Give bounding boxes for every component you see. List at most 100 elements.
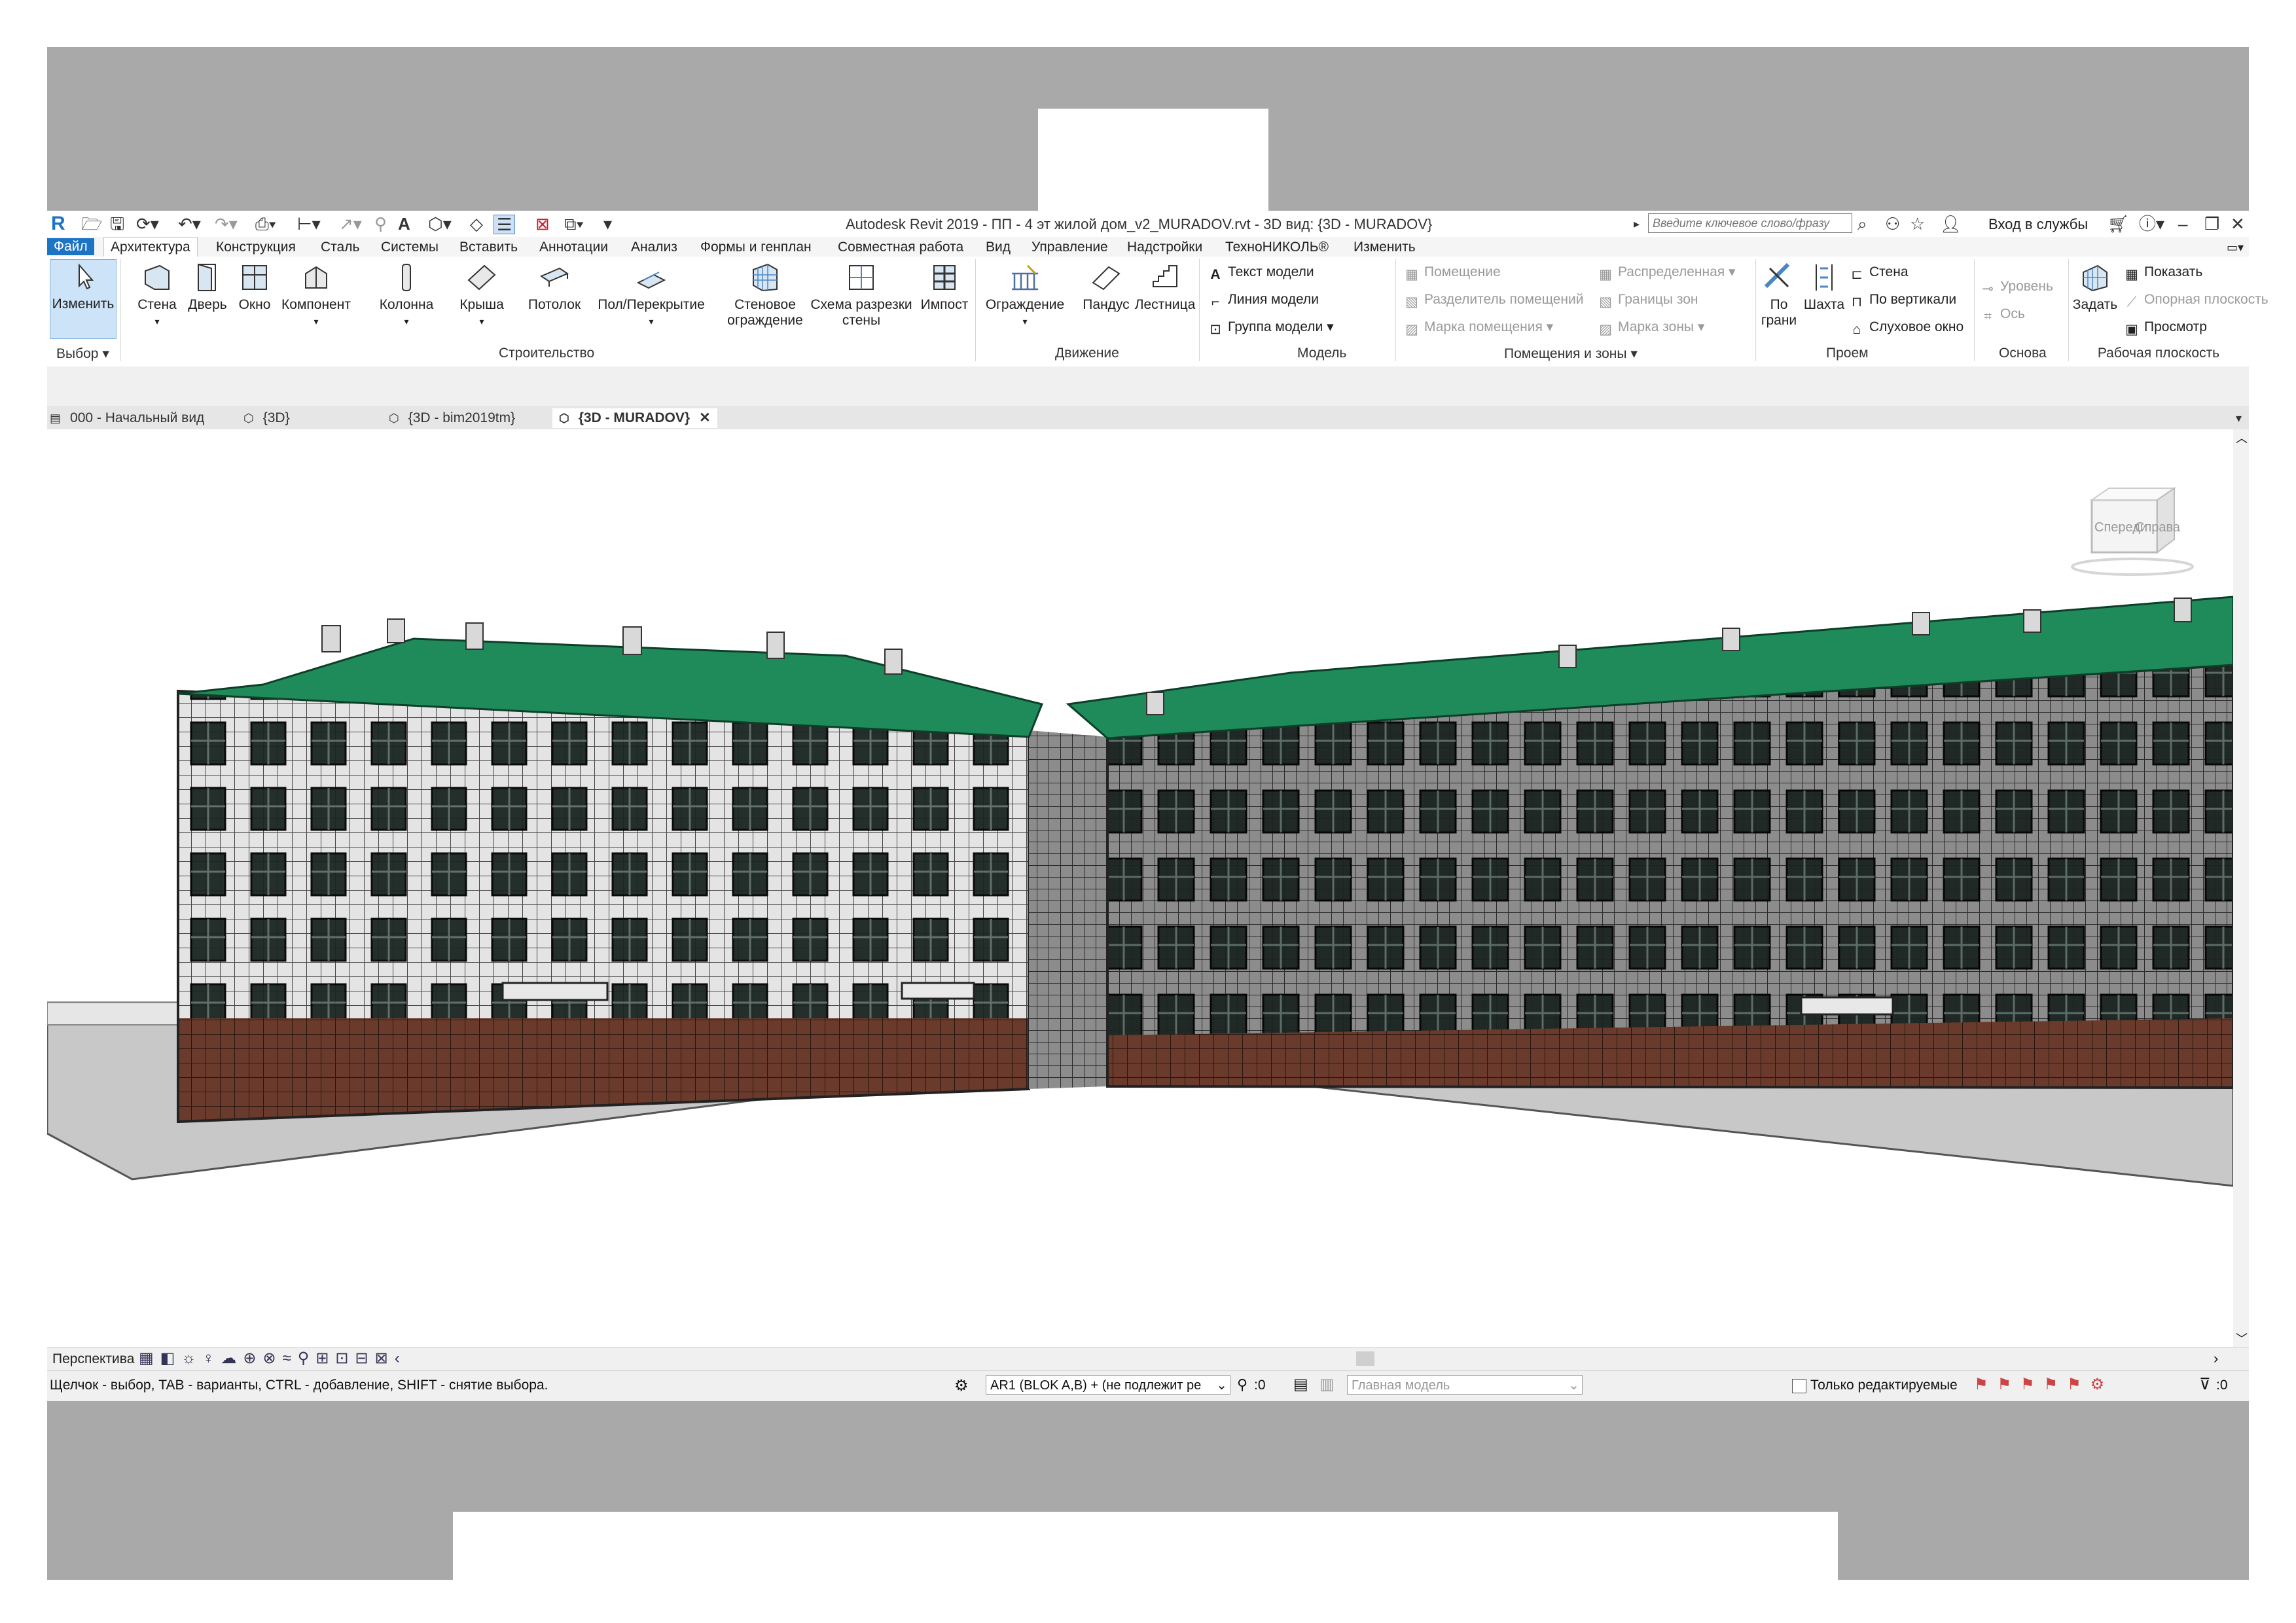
railing-button[interactable]: Ограждение ▾ xyxy=(979,260,1071,329)
tab-analyze[interactable]: Анализ xyxy=(631,239,677,256)
tag-icon[interactable]: ⚲ xyxy=(374,215,387,233)
tab-annotate[interactable]: Аннотации xyxy=(539,239,608,256)
restore-icon[interactable]: ❐ xyxy=(2204,214,2219,234)
modify-button[interactable]: Изменить xyxy=(50,259,117,339)
tab-technonicol[interactable]: ТехноНИКОЛЬ® xyxy=(1225,239,1329,256)
room-separator-button[interactable]: ▧ Разделитель помещений xyxy=(1405,291,1583,310)
tab-systems[interactable]: Системы xyxy=(381,239,439,256)
view-control-icons[interactable]: ▦◧☼♀☁⊕⊗≈⚲⊞⊡⊟⊠‹ xyxy=(139,1349,406,1368)
3d-viewport[interactable]: Спереди Справа ︿ ﹀ xyxy=(47,429,2249,1347)
redo-icon[interactable]: ↷▾ xyxy=(215,215,238,233)
3d-view-icon[interactable]: ⬡▾ xyxy=(428,215,452,233)
curtain-system-button[interactable]: Стеновое ограждение xyxy=(723,260,808,329)
by-face-button[interactable]: По грани xyxy=(1758,260,1800,329)
tab-modify[interactable]: Изменить xyxy=(1354,239,1416,256)
active-option-icon[interactable]: ▥ xyxy=(1319,1375,1335,1394)
undo-icon[interactable]: ↶▾ xyxy=(178,215,201,233)
view-tab-3d-muradov[interactable]: ⬡ {3D - MURADOV} ✕ xyxy=(552,408,717,428)
tab-manage[interactable]: Управление xyxy=(1031,239,1108,256)
section-icon[interactable]: ◇ xyxy=(470,215,483,233)
customize-icon[interactable]: ▾ xyxy=(603,215,612,233)
ramp-button[interactable]: Пандус xyxy=(1079,260,1134,313)
close-tab-icon[interactable]: ✕ xyxy=(699,410,711,425)
ribbon-options-icon[interactable]: ▭▾ xyxy=(2227,239,2244,256)
favorites-star-icon[interactable]: ☆ xyxy=(1910,214,1925,234)
design-option-dropdown[interactable]: Главная модель ⌄ xyxy=(1347,1375,1583,1395)
tab-structure[interactable]: Конструкция xyxy=(216,239,296,256)
set-workplane-button[interactable]: Задать xyxy=(2072,260,2118,313)
design-options-icon[interactable]: ▤ xyxy=(1293,1375,1308,1394)
cart-icon[interactable]: 🛒︎ xyxy=(2108,214,2129,234)
switch-windows-icon[interactable]: ⧉▾ xyxy=(564,215,583,233)
model-text-button[interactable]: A Текст модели xyxy=(1208,263,1314,282)
tab-menu-icon[interactable]: ▾ xyxy=(2236,408,2242,428)
dormer-button[interactable]: ⌂ Слуховое окно xyxy=(1850,318,1964,337)
model-line-button[interactable]: ⌐ Линия модели xyxy=(1208,291,1319,310)
revit-logo-icon[interactable]: R xyxy=(51,214,65,234)
user-icon[interactable]: 👤︎ xyxy=(1940,214,1962,234)
close-hidden-icon[interactable]: ⊠ xyxy=(535,215,550,233)
text-icon[interactable]: A xyxy=(398,215,410,233)
viewcube[interactable]: Спереди Справа xyxy=(2071,487,2194,576)
thin-lines-icon[interactable]: ☰ xyxy=(493,215,516,234)
minimize-icon[interactable]: – xyxy=(2178,214,2187,234)
scroll-down-icon[interactable]: ﹀ xyxy=(2236,1330,2248,1347)
ceiling-button[interactable]: Потолок xyxy=(525,260,584,313)
wall-button[interactable]: Стена ▾ xyxy=(131,260,183,329)
column-button[interactable]: Колонна ▾ xyxy=(377,260,436,329)
curtain-grid-button[interactable]: Схема разрезки стены xyxy=(809,260,914,329)
tab-view[interactable]: Вид xyxy=(986,239,1011,256)
floor-button[interactable]: Пол/Перекрытие ▾ xyxy=(596,260,707,329)
window-button[interactable]: Окно xyxy=(232,260,278,313)
show-workplane-button[interactable]: ▦ Показать xyxy=(2125,263,2202,282)
vertical-scrollbar[interactable]: ︿ ﹀ xyxy=(2233,429,2249,1347)
door-button[interactable]: Дверь xyxy=(185,260,230,313)
search-input[interactable] xyxy=(1648,213,1852,233)
view-tab-3d-bim[interactable]: ⬡ {3D - bim2019tm} xyxy=(389,408,515,428)
stair-button[interactable]: Лестница xyxy=(1134,260,1196,313)
close-icon[interactable]: ✕ xyxy=(2231,214,2245,234)
model-group-button[interactable]: ⊡ Группа модели ▾ xyxy=(1208,318,1333,337)
ref-plane-button[interactable]: ⟋ Опорная плоскость xyxy=(2125,291,2269,310)
filter-icon[interactable]: ⊽ xyxy=(2199,1375,2211,1394)
print-icon[interactable]: ⎙▾ xyxy=(255,215,276,233)
subscription-icon[interactable]: ⚇ xyxy=(1885,214,1900,234)
expand-arrow-icon[interactable]: ▸ xyxy=(1634,214,1640,234)
viewer-button[interactable]: ▣ Просмотр xyxy=(2125,318,2207,337)
tab-massing-site[interactable]: Формы и генплан xyxy=(700,239,812,256)
workset-icon[interactable]: ⚙ xyxy=(954,1376,969,1395)
shaft-button[interactable]: Шахта xyxy=(1801,260,1847,313)
editing-requests-icon[interactable]: ⚲ xyxy=(1237,1376,1247,1393)
tab-collaborate[interactable]: Совместная работа xyxy=(838,239,963,256)
help-icon[interactable]: ⓘ▾ xyxy=(2139,214,2164,234)
tab-addins[interactable]: Надстройки xyxy=(1127,239,1202,256)
scroll-up-icon[interactable]: ︿ xyxy=(2236,429,2248,446)
editable-only-checkbox[interactable] xyxy=(1792,1379,1806,1393)
panel-select-label[interactable]: Выбор ▾ xyxy=(56,346,109,362)
area-button[interactable]: ▦ Распределенная ▾ xyxy=(1598,263,1735,282)
panel-room-area-label[interactable]: Помещения и зоны ▾ xyxy=(1504,346,1638,362)
sync-icon[interactable]: ⟳▾ xyxy=(136,215,159,233)
area-boundary-button[interactable]: ▧ Границы зон xyxy=(1598,291,1698,310)
tab-architecture[interactable]: Архитектура xyxy=(103,237,198,257)
roof-button[interactable]: Крыша ▾ xyxy=(456,260,508,329)
wall-opening-button[interactable]: ⊏ Стена xyxy=(1850,263,1908,282)
level-button[interactable]: ⊸ Уровень xyxy=(1981,277,2053,296)
binoculars-icon[interactable]: ⌕ xyxy=(1857,214,1867,234)
sign-in-button[interactable]: Вход в службы xyxy=(1988,216,2088,233)
horizontal-scrollbar[interactable] xyxy=(1356,1351,1374,1366)
tab-steel[interactable]: Сталь xyxy=(321,239,359,256)
tab-insert[interactable]: Вставить xyxy=(459,239,518,256)
dimension-icon[interactable]: ↗▾ xyxy=(339,215,362,233)
open-icon[interactable]: 🗁 xyxy=(81,215,102,233)
vertical-opening-button[interactable]: ⊓ По вертикали xyxy=(1850,291,1956,310)
view-tab-3d[interactable]: ⬡ {3D} xyxy=(243,408,290,428)
grid-button[interactable]: ⌗ Ось xyxy=(1981,305,2025,324)
area-tag-button[interactable]: ▨ Марка зоны ▾ xyxy=(1598,318,1704,337)
component-button[interactable]: Компонент ▾ xyxy=(280,260,352,329)
selection-options-icons[interactable]: ⚑⚑⚑⚑⚑⚙ xyxy=(1974,1375,2113,1394)
mullion-button[interactable]: Импост xyxy=(915,260,974,313)
save-icon[interactable]: 🖫 xyxy=(110,215,124,233)
room-button[interactable]: ▦ Помещение xyxy=(1405,263,1501,282)
tab-file[interactable]: Файл xyxy=(47,238,94,255)
